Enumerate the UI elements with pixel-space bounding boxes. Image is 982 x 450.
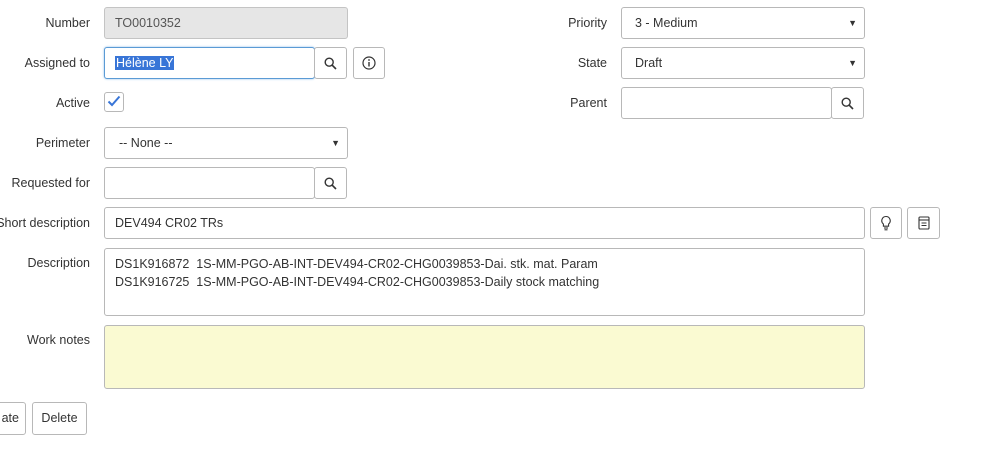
parent-label: Parent	[570, 96, 607, 110]
info-icon	[362, 56, 376, 70]
search-icon	[324, 56, 337, 70]
chevron-down-icon: ▼	[848, 18, 857, 28]
parent-lookup-button[interactable]	[831, 87, 864, 119]
assigned-to-lookup-button[interactable]	[314, 47, 347, 79]
description-textarea[interactable]: DS1K916872 1S-MM-PGO-AB-INT-DEV494-CR02-…	[104, 248, 865, 316]
perimeter-select[interactable]: -- None -- ▼	[104, 127, 348, 159]
work-notes-textarea[interactable]	[104, 325, 865, 389]
search-icon	[324, 176, 337, 190]
state-select[interactable]: Draft ▼	[621, 47, 865, 79]
assigned-to-input[interactable]: Hélène LY	[104, 47, 315, 79]
assigned-to-label: Assigned to	[24, 56, 90, 70]
assigned-to-value: Hélène LY	[115, 56, 175, 70]
number-label: Number	[45, 16, 90, 30]
assigned-to-info-button[interactable]	[353, 47, 385, 79]
state-value: Draft	[635, 56, 663, 70]
number-field: TO0010352	[104, 7, 348, 39]
short-description-input[interactable]: DEV494 CR02 TRs	[104, 207, 865, 239]
requested-for-label: Requested for	[11, 176, 90, 190]
priority-value: 3 - Medium	[635, 16, 698, 30]
work-notes-label: Work notes	[27, 333, 90, 347]
priority-label: Priority	[568, 16, 607, 30]
short-description-label: Short description	[0, 216, 90, 230]
priority-select[interactable]: 3 - Medium ▼	[621, 7, 865, 39]
parent-input[interactable]	[621, 87, 832, 119]
requested-for-input[interactable]	[104, 167, 315, 199]
perimeter-value: -- None --	[119, 136, 173, 150]
requested-for-lookup-button[interactable]	[314, 167, 347, 199]
delete-button[interactable]: Delete	[32, 402, 87, 435]
state-label: State	[577, 56, 607, 70]
chevron-down-icon: ▼	[331, 138, 340, 148]
active-checkbox[interactable]	[104, 92, 124, 112]
lightbulb-icon	[880, 215, 892, 231]
update-button[interactable]: ate	[0, 402, 26, 435]
template-button[interactable]	[907, 207, 940, 239]
template-icon	[917, 216, 930, 230]
active-label: Active	[55, 96, 90, 110]
checkmark-icon	[107, 95, 121, 110]
perimeter-label: Perimeter	[35, 136, 90, 150]
search-icon	[841, 96, 854, 110]
suggestion-button[interactable]	[870, 207, 902, 239]
description-label: Description	[27, 256, 90, 270]
chevron-down-icon: ▼	[848, 58, 857, 68]
